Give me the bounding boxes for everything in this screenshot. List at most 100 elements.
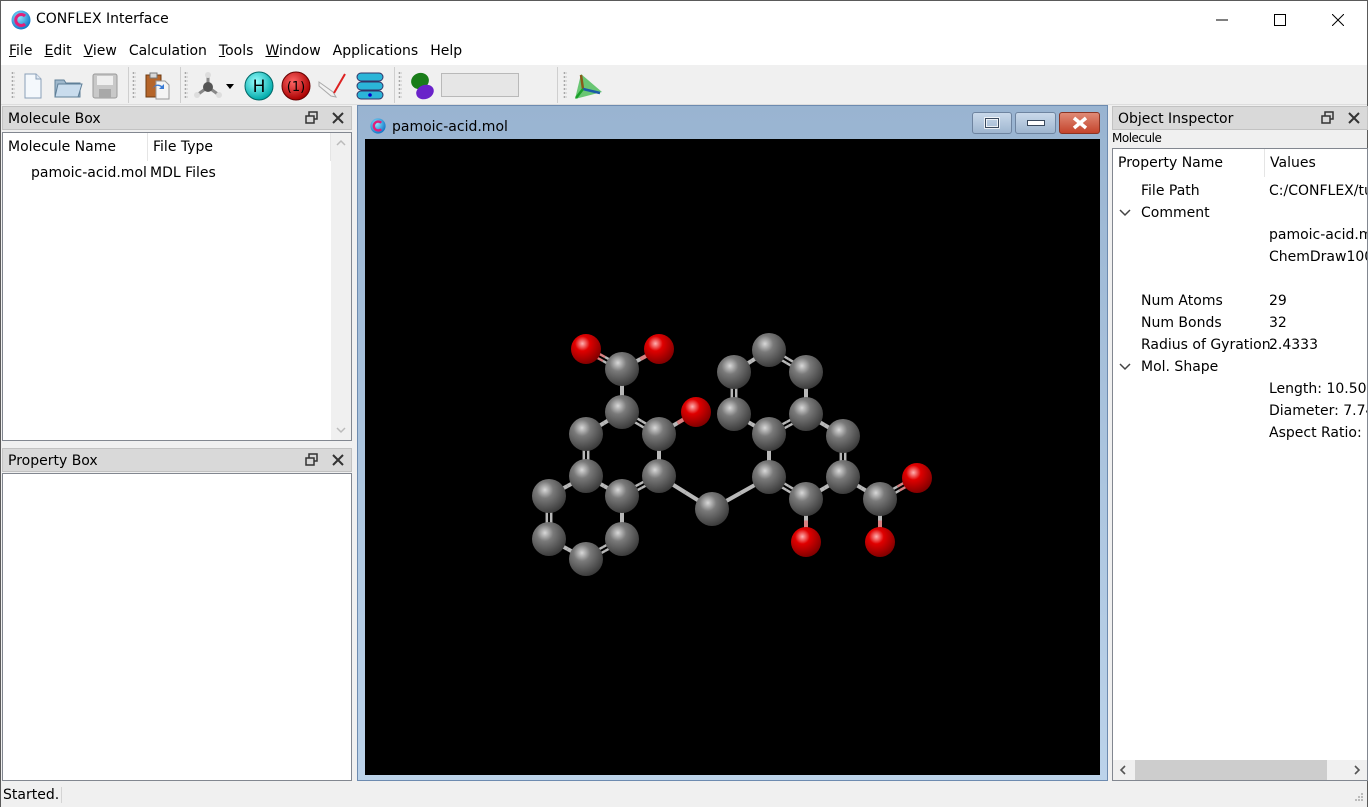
close-dock-button[interactable] bbox=[331, 110, 345, 126]
molecule-3d-viewport[interactable] bbox=[365, 139, 1100, 775]
column-property-name[interactable]: Property Name bbox=[1113, 149, 1265, 177]
menu-edit[interactable]: Edit bbox=[38, 39, 77, 65]
carbon-atom[interactable] bbox=[532, 479, 566, 513]
carbon-atom[interactable] bbox=[642, 417, 676, 451]
menu-window[interactable]: Window bbox=[259, 39, 326, 65]
toolbar-grip[interactable] bbox=[132, 71, 136, 99]
carbon-atom[interactable] bbox=[752, 460, 786, 494]
molecule-render[interactable] bbox=[365, 139, 1100, 775]
expand-chevron-icon[interactable] bbox=[1119, 363, 1131, 371]
property-row[interactable]: pamoic-acid.m bbox=[1113, 225, 1367, 247]
oxygen-atom[interactable] bbox=[791, 527, 821, 557]
carbon-atom[interactable] bbox=[717, 355, 751, 389]
property-row[interactable]: Mol. Shape bbox=[1113, 357, 1367, 379]
property-row[interactable]: Num Atoms 29 bbox=[1113, 291, 1367, 313]
carbon-atom[interactable] bbox=[789, 482, 823, 516]
carbon-atom[interactable] bbox=[605, 352, 639, 386]
carbon-atom[interactable] bbox=[863, 482, 897, 516]
scroll-up-icon[interactable] bbox=[336, 139, 346, 147]
column-file-type[interactable]: File Type bbox=[148, 133, 331, 161]
measure-button[interactable] bbox=[315, 69, 349, 103]
layers-button[interactable] bbox=[353, 69, 387, 103]
property-row[interactable]: Aspect Ratio: 1 bbox=[1113, 423, 1367, 445]
viewer-close-button[interactable] bbox=[1059, 112, 1100, 134]
carbon-atom[interactable] bbox=[826, 460, 860, 494]
carbon-atom[interactable] bbox=[752, 333, 786, 367]
open-file-button[interactable] bbox=[51, 69, 85, 103]
toolbar-text-field[interactable] bbox=[441, 73, 519, 97]
carbon-atom[interactable] bbox=[569, 459, 603, 493]
oxygen-atom[interactable] bbox=[902, 463, 932, 493]
resize-grip-icon[interactable] bbox=[1352, 792, 1364, 804]
property-tree-hscrollbar[interactable] bbox=[1113, 760, 1367, 780]
new-file-button[interactable] bbox=[15, 69, 49, 103]
viewer-restore-button[interactable] bbox=[972, 112, 1012, 134]
carbon-atom[interactable] bbox=[789, 355, 823, 389]
property-row[interactable]: ChemDraw100 bbox=[1113, 247, 1367, 269]
property-row[interactable]: File Path C:/CONFLEX/tu bbox=[1113, 181, 1367, 203]
menu-tools[interactable]: Tools bbox=[213, 39, 260, 65]
molecule-row[interactable]: pamoic-acid.mol MDL Files bbox=[3, 163, 331, 185]
toolbar-grip[interactable] bbox=[184, 71, 188, 99]
build-atom-button[interactable] bbox=[191, 69, 225, 103]
add-hydrogen-button[interactable]: H bbox=[242, 69, 276, 103]
property-row[interactable] bbox=[1113, 269, 1367, 291]
carbon-atom[interactable] bbox=[789, 397, 823, 431]
property-row[interactable]: Comment bbox=[1113, 203, 1367, 225]
carbon-atom[interactable] bbox=[752, 417, 786, 451]
close-button[interactable] bbox=[1309, 1, 1367, 39]
minimize-button[interactable] bbox=[1193, 1, 1251, 39]
carbon-atom[interactable] bbox=[695, 492, 729, 526]
property-row[interactable]: Diameter: 7.746 bbox=[1113, 401, 1367, 423]
menu-file[interactable]: File bbox=[3, 39, 38, 65]
carbon-atom[interactable] bbox=[605, 522, 639, 556]
viewer-minimize-button[interactable] bbox=[1015, 112, 1056, 134]
build-atom-dropdown[interactable] bbox=[223, 69, 237, 103]
oxygen-atom[interactable] bbox=[571, 334, 601, 364]
molecule-list-vscrollbar[interactable] bbox=[331, 133, 351, 440]
menu-label: dit bbox=[53, 43, 72, 59]
menu-applications[interactable]: Applications bbox=[327, 39, 425, 65]
maximize-button[interactable] bbox=[1251, 1, 1309, 39]
column-values[interactable]: Values bbox=[1265, 149, 1367, 177]
menu-label: iew bbox=[92, 43, 117, 59]
carbon-atom[interactable] bbox=[532, 522, 566, 556]
toolbar-grip[interactable] bbox=[563, 71, 567, 99]
menu-help[interactable]: Help bbox=[424, 39, 468, 65]
minimize-icon bbox=[1216, 19, 1228, 21]
carbon-atom[interactable] bbox=[826, 419, 860, 453]
paste-molecule-button[interactable] bbox=[140, 69, 174, 103]
menu-view[interactable]: View bbox=[78, 39, 123, 65]
float-dock-button[interactable] bbox=[1321, 110, 1335, 126]
charge-button[interactable]: (1) bbox=[279, 69, 313, 103]
property-row[interactable]: Radius of Gyration 2.4333 bbox=[1113, 335, 1367, 357]
carbon-atom[interactable] bbox=[642, 459, 676, 493]
scroll-down-icon[interactable] bbox=[336, 426, 346, 434]
axes-button[interactable] bbox=[571, 69, 605, 103]
save-file-button[interactable] bbox=[88, 69, 122, 103]
orbital-button[interactable] bbox=[405, 69, 439, 103]
open-folder-icon bbox=[54, 79, 83, 98]
carbon-atom[interactable] bbox=[605, 479, 639, 513]
toolbar-grip[interactable] bbox=[398, 71, 402, 99]
expand-chevron-icon[interactable] bbox=[1119, 209, 1131, 217]
float-dock-button[interactable] bbox=[305, 452, 319, 468]
carbon-atom[interactable] bbox=[717, 397, 751, 431]
carbon-atom[interactable] bbox=[569, 542, 603, 576]
property-row[interactable]: Num Bonds 32 bbox=[1113, 313, 1367, 335]
close-dock-button[interactable] bbox=[1347, 110, 1361, 126]
float-dock-button[interactable] bbox=[305, 110, 319, 126]
property-name: File Path bbox=[1141, 183, 1200, 199]
menu-calculation[interactable]: Calculation bbox=[123, 39, 213, 65]
scroll-left-icon[interactable] bbox=[1119, 765, 1127, 775]
oxygen-atom[interactable] bbox=[644, 334, 674, 364]
oxygen-atom[interactable] bbox=[681, 397, 711, 427]
scroll-right-icon[interactable] bbox=[1353, 765, 1361, 775]
column-molecule-name[interactable]: Molecule Name bbox=[3, 133, 148, 161]
carbon-atom[interactable] bbox=[605, 395, 639, 429]
close-dock-button[interactable] bbox=[331, 452, 345, 468]
oxygen-atom[interactable] bbox=[865, 527, 895, 557]
property-row[interactable]: Length: 10.5015 bbox=[1113, 379, 1367, 401]
hscroll-thumb[interactable] bbox=[1135, 760, 1327, 780]
carbon-atom[interactable] bbox=[569, 417, 603, 451]
